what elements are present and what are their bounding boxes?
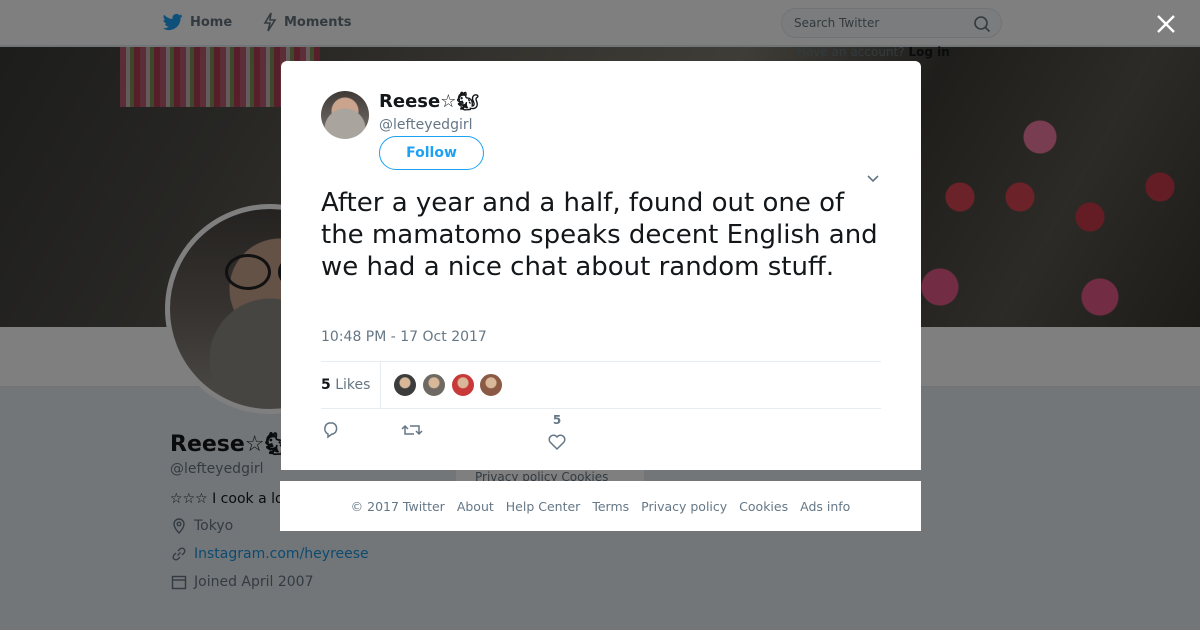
close-icon[interactable] xyxy=(1155,13,1177,35)
liker-avatar[interactable] xyxy=(393,373,417,397)
likes-stat[interactable]: 5 Likes xyxy=(321,362,381,408)
heart-icon xyxy=(548,434,566,451)
retweet-icon xyxy=(401,424,423,436)
tweet-text: After a year and a half, found out one o… xyxy=(321,188,878,282)
likes-count: 5 xyxy=(321,377,331,393)
tweet-author-handle[interactable]: @lefteyedgirl xyxy=(379,117,473,133)
chevron-down-icon[interactable] xyxy=(866,173,880,185)
liker-avatar[interactable] xyxy=(422,373,446,397)
reply-button[interactable] xyxy=(321,421,341,439)
tweet-timestamp[interactable]: 10:48 PM - 17 Oct 2017 xyxy=(321,329,487,345)
tweet-author-avatar[interactable] xyxy=(321,91,369,139)
liker-avatar[interactable] xyxy=(451,373,475,397)
like-button[interactable]: 5 xyxy=(547,413,567,451)
like-action-count: 5 xyxy=(552,413,562,427)
liker-avatar[interactable] xyxy=(479,373,503,397)
tweet-actions: 5 xyxy=(321,413,881,459)
footer-copyright: © 2017 Twitter xyxy=(350,498,445,514)
follow-button[interactable]: Follow xyxy=(379,136,484,170)
footer-link-cookies[interactable]: Cookies xyxy=(739,499,788,514)
tweet-stats: 5 Likes xyxy=(321,361,881,409)
modal-footer: © 2017 Twitter About Help Center Terms P… xyxy=(280,481,921,531)
footer-link-help-center[interactable]: Help Center xyxy=(506,499,581,514)
retweet-button[interactable] xyxy=(401,421,423,439)
footer-link-privacy[interactable]: Privacy policy xyxy=(641,499,727,514)
tweet-modal: Reese☆🐿 @lefteyedgirl Follow After a yea… xyxy=(281,61,921,470)
footer-link-about[interactable]: About xyxy=(457,499,494,514)
footer-link-terms[interactable]: Terms xyxy=(592,499,629,514)
tweet-author-name[interactable]: Reese☆🐿 xyxy=(379,91,479,112)
footer-link-ads-info[interactable]: Ads info xyxy=(800,499,850,514)
reply-icon xyxy=(324,422,338,439)
likes-label: Likes xyxy=(335,377,371,393)
